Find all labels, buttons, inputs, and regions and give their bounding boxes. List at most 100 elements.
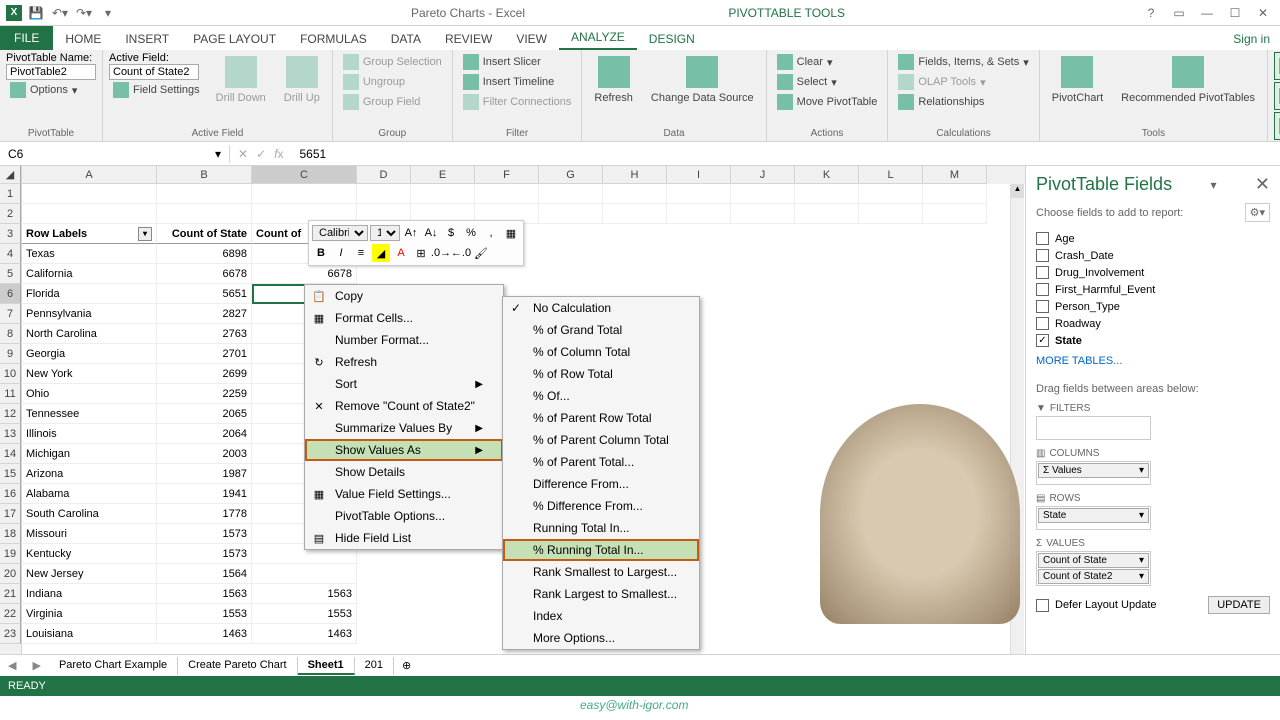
pivot-value-cell[interactable]: 1573 xyxy=(157,544,252,564)
row-header[interactable]: 19 xyxy=(0,544,21,564)
scroll-up-icon[interactable]: ▲ xyxy=(1011,184,1024,198)
pivottable-name-input[interactable] xyxy=(6,64,96,80)
field-settings-button[interactable]: Field Settings xyxy=(109,80,204,100)
select-all-triangle[interactable]: ◢ xyxy=(0,166,21,184)
submenu-item[interactable]: ✓No Calculation xyxy=(503,297,699,319)
submenu-item[interactable]: % of Parent Total... xyxy=(503,451,699,473)
context-menu-item[interactable]: ▤Hide Field List xyxy=(305,527,503,549)
font-color-icon[interactable]: A xyxy=(392,244,410,262)
pivot-value-cell[interactable]: 2699 xyxy=(157,364,252,384)
filters-drop-area[interactable] xyxy=(1036,416,1151,440)
row-header[interactable]: 4 xyxy=(0,244,21,264)
redo-icon[interactable]: ↷▾ xyxy=(74,3,94,23)
pivot-row-label[interactable]: New York xyxy=(22,364,157,384)
sign-in-link[interactable]: Sign in xyxy=(1223,28,1280,50)
close-pane-icon[interactable]: ✕ xyxy=(1255,174,1270,195)
pivot-value-cell[interactable]: 2763 xyxy=(157,324,252,344)
pivot-value-cell[interactable]: 1941 xyxy=(157,484,252,504)
column-header[interactable]: B xyxy=(157,166,252,184)
pivot-value-cell[interactable]: 1463 xyxy=(252,624,357,644)
pivot-row-label[interactable]: Florida xyxy=(22,284,157,304)
tab-file[interactable]: FILE xyxy=(0,26,53,50)
comma-icon[interactable]: , xyxy=(482,224,500,242)
pivot-row-label[interactable]: Missouri xyxy=(22,524,157,544)
tab-home[interactable]: HOME xyxy=(53,26,113,50)
submenu-item[interactable]: % of Parent Row Total xyxy=(503,407,699,429)
pivot-row-label[interactable]: New Jersey xyxy=(22,564,157,584)
context-menu-item[interactable]: PivotTable Options... xyxy=(305,505,503,527)
context-menu-item[interactable]: Summarize Values By▶ xyxy=(305,417,503,439)
tab-page-layout[interactable]: PAGE LAYOUT xyxy=(181,26,288,50)
pivot-row-label[interactable]: Indiana xyxy=(22,584,157,604)
font-family-select[interactable]: Calibri xyxy=(312,225,368,241)
row-header[interactable]: 10 xyxy=(0,364,21,384)
tab-view[interactable]: VIEW xyxy=(504,26,559,50)
pivot-row-label[interactable]: Virginia xyxy=(22,604,157,624)
column-header[interactable]: G xyxy=(539,166,603,184)
values-drop-area[interactable]: Count of State▾ Count of State2▾ xyxy=(1036,551,1151,586)
row-header[interactable]: 3 xyxy=(0,224,21,244)
pivot-row-label[interactable]: Kentucky xyxy=(22,544,157,564)
columns-drop-area[interactable]: Σ Values▾ xyxy=(1036,461,1151,485)
submenu-item[interactable]: % of Row Total xyxy=(503,363,699,385)
field-checkbox[interactable] xyxy=(1036,266,1049,279)
column-header[interactable]: H xyxy=(603,166,667,184)
borders-icon[interactable]: ▦ xyxy=(502,224,520,242)
row-header[interactable]: 1 xyxy=(0,184,21,204)
column-header[interactable]: J xyxy=(731,166,795,184)
sheet-nav-next-icon[interactable]: ▶ xyxy=(24,659,48,672)
ribbon-options-icon[interactable]: ▭ xyxy=(1166,3,1192,23)
pivot-value-cell[interactable]: 6898 xyxy=(157,244,252,264)
fx-icon[interactable]: fx xyxy=(274,147,283,161)
italic-icon[interactable]: I xyxy=(332,244,350,262)
submenu-item[interactable]: % Running Total In... xyxy=(503,539,699,561)
qat-customize-icon[interactable]: ▾ xyxy=(98,3,118,23)
pivot-row-label[interactable]: Alabama xyxy=(22,484,157,504)
column-header[interactable]: K xyxy=(795,166,859,184)
formula-input[interactable]: 5651 xyxy=(291,145,1280,163)
row-header[interactable]: 23 xyxy=(0,624,21,644)
pivot-value-cell[interactable]: 1564 xyxy=(157,564,252,584)
pivot-value-cell[interactable] xyxy=(252,564,357,584)
decrease-decimal-icon[interactable]: ←.0 xyxy=(452,244,470,262)
pivot-value-cell[interactable]: 2065 xyxy=(157,404,252,424)
submenu-item[interactable]: % Of... xyxy=(503,385,699,407)
filter-dropdown-icon[interactable]: ▾ xyxy=(138,227,152,241)
row-header[interactable]: 20 xyxy=(0,564,21,584)
row-header[interactable]: 15 xyxy=(0,464,21,484)
sheet-tab[interactable]: 201 xyxy=(355,657,394,675)
sheet-tab[interactable]: Pareto Chart Example xyxy=(49,657,178,675)
context-menu-item[interactable]: ✕Remove "Count of State2" xyxy=(305,395,503,417)
field-checkbox[interactable] xyxy=(1036,232,1049,245)
pivot-value-cell[interactable]: 1778 xyxy=(157,504,252,524)
pivot-column-header[interactable]: Count of State xyxy=(157,224,252,244)
tab-data[interactable]: DATA xyxy=(379,26,433,50)
cancel-formula-icon[interactable]: ✕ xyxy=(238,147,248,161)
recommended-pivottables-button[interactable]: Recommended PivotTables xyxy=(1115,52,1261,108)
columns-chip[interactable]: Σ Values▾ xyxy=(1038,463,1149,478)
pivot-value-cell[interactable]: 2701 xyxy=(157,344,252,364)
field-checkbox[interactable] xyxy=(1036,283,1049,296)
submenu-item[interactable]: Difference From... xyxy=(503,473,699,495)
pivot-value-cell[interactable]: 2827 xyxy=(157,304,252,324)
row-header[interactable]: 13 xyxy=(0,424,21,444)
column-header[interactable]: A xyxy=(22,166,157,184)
enter-formula-icon[interactable]: ✓ xyxy=(256,147,266,161)
more-tables-link[interactable]: MORE TABLES... xyxy=(1036,355,1270,367)
pivot-row-label[interactable]: South Carolina xyxy=(22,504,157,524)
row-header[interactable]: 17 xyxy=(0,504,21,524)
pivot-row-label[interactable]: Illinois xyxy=(22,424,157,444)
tab-review[interactable]: REVIEW xyxy=(433,26,504,50)
context-menu-item[interactable]: Show Values As▶ xyxy=(305,439,503,461)
submenu-item[interactable]: % of Column Total xyxy=(503,341,699,363)
select-button[interactable]: Select ▾ xyxy=(773,72,882,92)
submenu-item[interactable]: Rank Largest to Smallest... xyxy=(503,583,699,605)
undo-icon[interactable]: ↶▾ xyxy=(50,3,70,23)
pivot-value-cell[interactable]: 2064 xyxy=(157,424,252,444)
row-header[interactable]: 16 xyxy=(0,484,21,504)
font-size-select[interactable]: 11 xyxy=(370,225,400,241)
tab-design[interactable]: DESIGN xyxy=(637,26,707,50)
rows-chip[interactable]: State▾ xyxy=(1038,508,1149,523)
align-icon[interactable]: ≡ xyxy=(352,244,370,262)
column-header[interactable]: D xyxy=(357,166,411,184)
